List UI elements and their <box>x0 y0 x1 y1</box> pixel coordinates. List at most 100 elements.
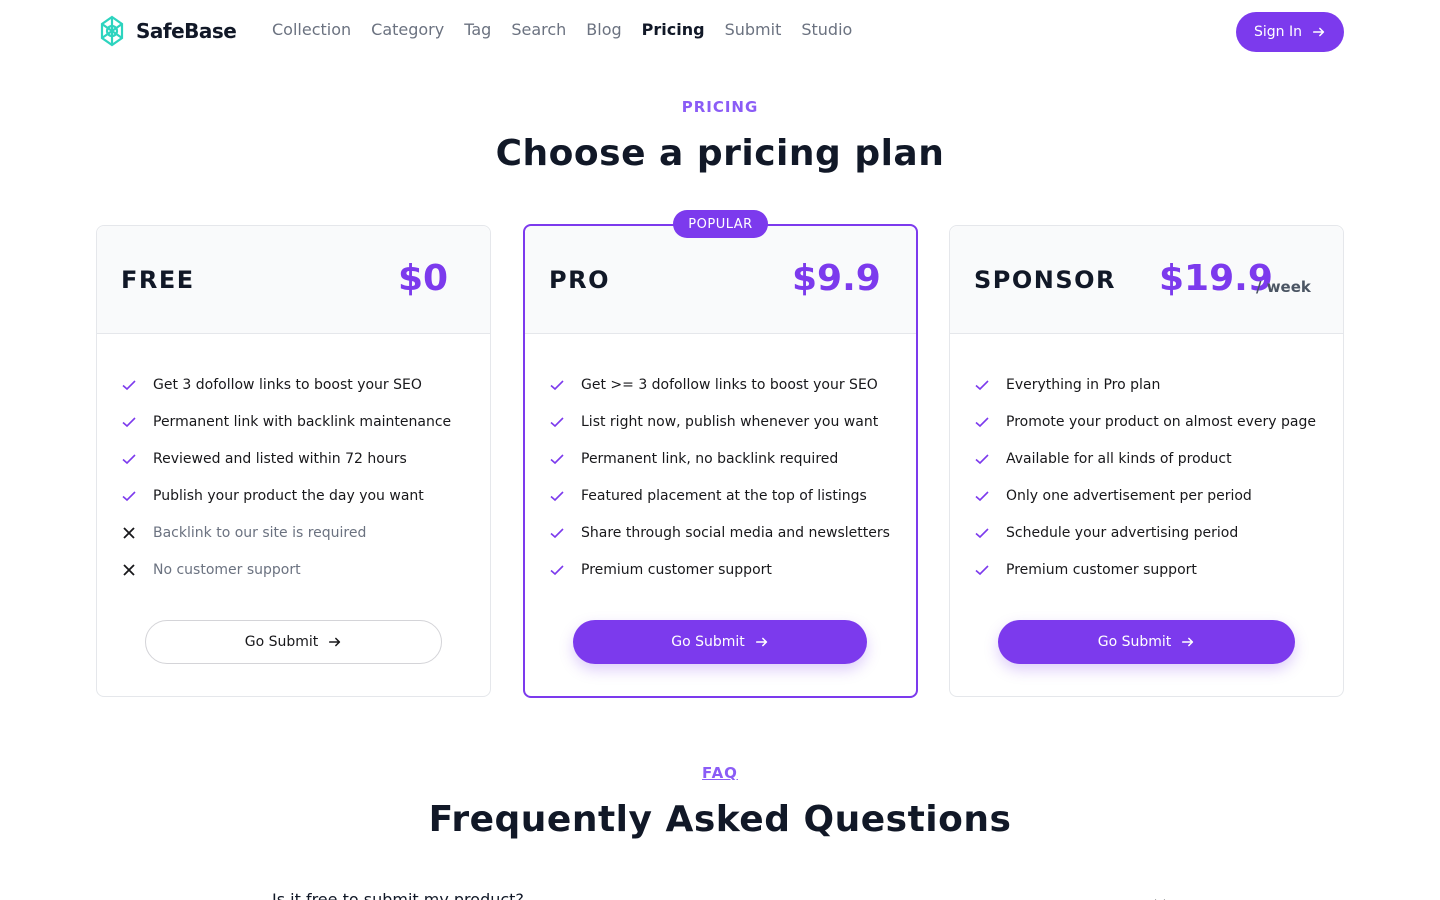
check-icon <box>550 379 564 390</box>
check-icon <box>550 527 564 538</box>
sign-in-label: Sign In <box>1254 24 1302 40</box>
go-submit-button-sponsor[interactable]: Go Submit <box>998 620 1295 664</box>
arrow-right-icon <box>755 637 767 647</box>
go-submit-button-pro[interactable]: Go Submit <box>573 620 867 664</box>
safebase-logo-icon <box>100 15 124 47</box>
arrow-right-icon <box>1312 27 1325 37</box>
feature-text: Get 3 dofollow links to boost your SEO <box>153 376 422 393</box>
x-icon <box>123 526 135 539</box>
feature-item: Premium customer support <box>549 551 890 588</box>
plan-name: FREE <box>121 266 195 294</box>
check-icon <box>550 453 564 464</box>
sign-in-button[interactable]: Sign In <box>1236 12 1344 52</box>
nav-item-search[interactable]: Search <box>511 20 566 39</box>
go-submit-label: Go Submit <box>244 634 319 650</box>
feature-text: List right now, publish whenever you wan… <box>581 413 879 430</box>
feature-text: Permanent link with backlink maintenance <box>153 413 452 430</box>
feature-text: Featured placement at the top of listing… <box>581 487 867 504</box>
pricing-title: Choose a pricing plan <box>495 133 945 174</box>
feature-item: Available for all kinds of product <box>974 440 1316 477</box>
feature-text: Promote your product on almost every pag… <box>1006 413 1316 430</box>
logo[interactable]: SafeBase <box>96 15 237 47</box>
plan-price: $0 <box>398 258 449 299</box>
feature-item: Permanent link, no backlink required <box>549 440 890 477</box>
nav-item-category[interactable]: Category <box>371 20 444 39</box>
popular-badge: POPULAR <box>673 210 768 238</box>
check-icon <box>975 416 989 427</box>
check-icon <box>122 490 136 501</box>
chevron-down-icon[interactable] <box>1152 894 1168 900</box>
site-header: SafeBase Collection Category Tag Search … <box>0 0 1440 64</box>
main-nav: Collection Category Tag Search Blog Pric… <box>272 20 852 39</box>
feature-item: Share through social media and newslette… <box>549 514 890 551</box>
plan-header: FREE $0 <box>97 226 490 334</box>
plan-header: PRO $9.9 <box>525 226 916 334</box>
feature-item: Reviewed and listed within 72 hours <box>121 440 451 477</box>
plan-header: SPONSOR $19.9 / week <box>950 226 1343 334</box>
check-icon <box>550 416 564 427</box>
faq-title: Frequently Asked Questions <box>428 799 1012 840</box>
faq-eyebrow[interactable]: FAQ <box>0 764 1440 782</box>
feature-item: List right now, publish whenever you wan… <box>549 403 890 440</box>
nav-item-pricing[interactable]: Pricing <box>642 20 705 39</box>
feature-item: Promote your product on almost every pag… <box>974 403 1316 440</box>
x-icon <box>123 563 135 576</box>
go-submit-label: Go Submit <box>671 634 745 650</box>
feature-text: Available for all kinds of product <box>1006 450 1232 467</box>
arrow-right-icon <box>329 637 341 647</box>
check-icon <box>975 527 989 538</box>
feature-text: Premium customer support <box>581 561 772 578</box>
feature-text: Permanent link, no backlink required <box>581 450 839 467</box>
feature-item-excluded: No customer support <box>121 551 451 588</box>
check-icon <box>122 416 136 427</box>
feature-text: Share through social media and newslette… <box>581 524 890 541</box>
feature-text: No customer support <box>153 561 301 578</box>
check-icon <box>550 490 564 501</box>
plan-card-sponsor: SPONSOR $19.9 / week Everything in Pro p… <box>949 225 1344 697</box>
nav-item-collection[interactable]: Collection <box>272 20 351 39</box>
feature-item-excluded: Backlink to our site is required <box>121 514 451 551</box>
plan-card-pro: PRO $9.9 POPULAR Get >= 3 dofollow links… <box>523 210 918 698</box>
feature-item: Schedule your advertising period <box>974 514 1316 551</box>
nav-item-studio[interactable]: Studio <box>801 20 852 39</box>
check-icon <box>122 379 136 390</box>
feature-text: Premium customer support <box>1006 561 1197 578</box>
plan-name: PRO <box>549 266 610 294</box>
feature-list: Everything in Pro plan Promote your prod… <box>974 366 1316 588</box>
feature-text: Publish your product the day you want <box>153 487 424 504</box>
feature-list: Get >= 3 dofollow links to boost your SE… <box>549 366 890 588</box>
feature-text: Everything in Pro plan <box>1006 376 1161 393</box>
feature-item: Permanent link with backlink maintenance <box>121 403 451 440</box>
arrow-right-icon <box>1182 637 1194 647</box>
feature-item: Only one advertisement per period <box>974 477 1316 514</box>
go-submit-label: Go Submit <box>1097 634 1172 650</box>
faq-question[interactable]: Is it free to submit my product? <box>272 890 524 900</box>
check-icon <box>122 453 136 464</box>
feature-text: Schedule your advertising period <box>1006 524 1239 541</box>
plan-name: SPONSOR <box>974 266 1117 294</box>
feature-text: Get >= 3 dofollow links to boost your SE… <box>581 376 878 393</box>
feature-text: Reviewed and listed within 72 hours <box>153 450 407 467</box>
check-icon <box>975 379 989 390</box>
check-icon <box>975 564 989 575</box>
check-icon <box>550 564 564 575</box>
feature-item: Get 3 dofollow links to boost your SEO <box>121 366 451 403</box>
feature-text: Only one advertisement per period <box>1006 487 1252 504</box>
feature-item: Premium customer support <box>974 551 1316 588</box>
plan-period: / week <box>1256 278 1311 296</box>
plan-price: $9.9 <box>792 258 881 299</box>
feature-item: Everything in Pro plan <box>974 366 1316 403</box>
nav-item-blog[interactable]: Blog <box>586 20 621 39</box>
feature-item: Publish your product the day you want <box>121 477 451 514</box>
check-icon <box>975 453 989 464</box>
feature-item: Get >= 3 dofollow links to boost your SE… <box>549 366 890 403</box>
nav-item-submit[interactable]: Submit <box>725 20 782 39</box>
plan-card-free: FREE $0 Get 3 dofollow links to boost yo… <box>96 225 491 697</box>
feature-list: Get 3 dofollow links to boost your SEO P… <box>121 366 451 588</box>
pricing-eyebrow: PRICING <box>681 98 759 116</box>
brand-name: SafeBase <box>136 19 237 43</box>
check-icon <box>975 490 989 501</box>
feature-item: Featured placement at the top of listing… <box>549 477 890 514</box>
nav-item-tag[interactable]: Tag <box>464 20 491 39</box>
go-submit-button-free[interactable]: Go Submit <box>145 620 442 664</box>
